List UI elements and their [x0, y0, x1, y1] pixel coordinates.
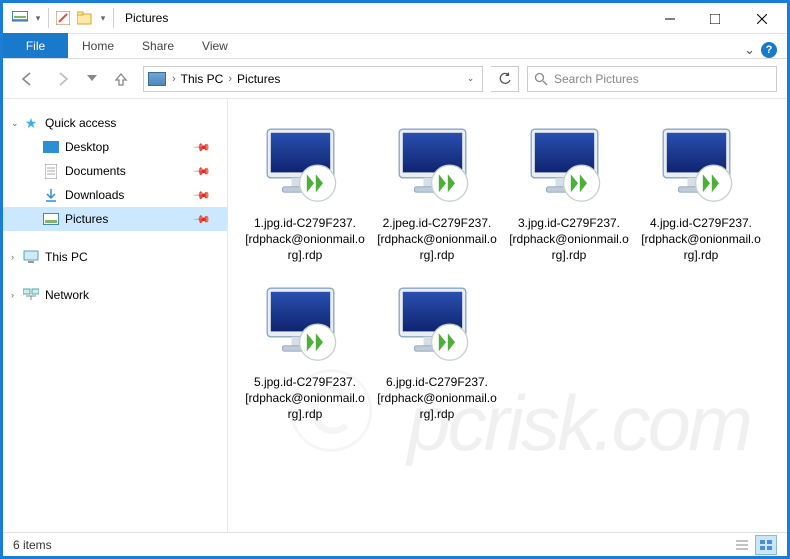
window-title: Pictures	[117, 11, 647, 25]
breadcrumb-segment[interactable]: This PC	[178, 72, 227, 86]
pin-icon: 📌	[193, 210, 212, 229]
nav-pane: ⌄ ★ Quick access Desktop 📌 Documents 📌 D…	[3, 99, 228, 532]
expand-icon[interactable]: ›	[11, 252, 23, 262]
collapse-icon[interactable]: ⌄	[11, 118, 23, 129]
maximize-button[interactable]	[692, 3, 737, 34]
separator	[48, 8, 49, 28]
properties-icon[interactable]	[52, 7, 74, 29]
this-pc-icon	[23, 249, 39, 265]
file-item[interactable]: 6.jpg.id-C279F237.[rdphack@onionmail.org…	[374, 272, 500, 429]
downloads-icon	[43, 187, 59, 203]
file-name: 2.jpeg.id-C279F237.[rdphack@onionmail.or…	[377, 215, 497, 264]
explorer-window: ▾ ▾ Pictures File Home Share View ⌄ ?	[3, 3, 787, 556]
sidebar-quick-access[interactable]: ⌄ ★ Quick access	[3, 111, 227, 135]
pin-icon: 📌	[193, 186, 212, 205]
file-item[interactable]: 3.jpg.id-C279F237.[rdphack@onionmail.org…	[506, 113, 632, 270]
pin-icon: 📌	[193, 138, 212, 157]
status-bar: 6 items	[3, 532, 787, 556]
sidebar-label: This PC	[45, 250, 88, 264]
expand-icon[interactable]: ›	[11, 290, 23, 300]
search-input[interactable]: Search Pictures	[527, 66, 777, 92]
location-icon	[148, 72, 166, 86]
file-item[interactable]: 5.jpg.id-C279F237.[rdphack@onionmail.org…	[242, 272, 368, 429]
file-name: 5.jpg.id-C279F237.[rdphack@onionmail.org…	[245, 374, 365, 423]
rdp-icon	[257, 119, 353, 215]
star-icon: ★	[23, 115, 39, 131]
address-bar[interactable]: › This PC › Pictures ⌄	[143, 66, 483, 92]
file-grid: 1.jpg.id-C279F237.[rdphack@onionmail.org…	[242, 113, 777, 428]
qat-customize-icon[interactable]: ▾	[96, 7, 110, 29]
search-placeholder: Search Pictures	[554, 72, 639, 86]
nav-toolbar: › This PC › Pictures ⌄ Search Pictures	[3, 59, 787, 99]
sidebar-item-downloads[interactable]: Downloads 📌	[3, 183, 227, 207]
app-icon[interactable]	[9, 7, 31, 29]
sidebar-network[interactable]: › Network	[3, 283, 227, 307]
expand-ribbon-icon[interactable]: ⌄	[744, 42, 755, 58]
sidebar-label: Network	[45, 288, 89, 302]
recent-locations-icon[interactable]	[85, 65, 99, 93]
file-name: 4.jpg.id-C279F237.[rdphack@onionmail.org…	[641, 215, 761, 264]
tab-share[interactable]: Share	[128, 33, 188, 58]
body: ⌄ ★ Quick access Desktop 📌 Documents 📌 D…	[3, 99, 787, 532]
sidebar-item-label: Desktop	[65, 140, 109, 154]
rdp-icon	[257, 278, 353, 374]
up-button[interactable]	[107, 65, 135, 93]
file-item[interactable]: 4.jpg.id-C279F237.[rdphack@onionmail.org…	[638, 113, 764, 270]
quick-access-toolbar: ▾ ▾	[3, 3, 117, 33]
search-icon	[534, 72, 548, 86]
new-folder-icon[interactable]	[74, 7, 96, 29]
file-name: 1.jpg.id-C279F237.[rdphack@onionmail.org…	[245, 215, 365, 264]
separator	[113, 8, 114, 28]
large-icons-view-button[interactable]	[755, 535, 777, 555]
file-name: 6.jpg.id-C279F237.[rdphack@onionmail.org…	[377, 374, 497, 423]
file-item[interactable]: 1.jpg.id-C279F237.[rdphack@onionmail.org…	[242, 113, 368, 270]
help-icon[interactable]: ?	[761, 42, 777, 58]
file-view[interactable]: 1.jpg.id-C279F237.[rdphack@onionmail.org…	[228, 99, 787, 532]
pictures-icon	[43, 211, 59, 227]
pin-icon: 📌	[193, 162, 212, 181]
rdp-icon	[389, 119, 485, 215]
breadcrumb-segment[interactable]: Pictures	[234, 72, 283, 86]
file-name: 3.jpg.id-C279F237.[rdphack@onionmail.org…	[509, 215, 629, 264]
sidebar-item-documents[interactable]: Documents 📌	[3, 159, 227, 183]
rdp-icon	[389, 278, 485, 374]
sidebar-item-desktop[interactable]: Desktop 📌	[3, 135, 227, 159]
breadcrumb-separator-icon[interactable]: ›	[226, 73, 234, 85]
desktop-icon	[43, 139, 59, 155]
item-count: 6 items	[13, 538, 52, 552]
address-dropdown-icon[interactable]: ⌄	[458, 73, 482, 84]
breadcrumb-separator-icon[interactable]: ›	[170, 73, 178, 85]
documents-icon	[43, 163, 59, 179]
rdp-icon	[521, 119, 617, 215]
ribbon-tabs: File Home Share View ⌄ ?	[3, 34, 787, 59]
file-item[interactable]: 2.jpeg.id-C279F237.[rdphack@onionmail.or…	[374, 113, 500, 270]
network-icon	[23, 287, 39, 303]
sidebar-this-pc[interactable]: › This PC	[3, 245, 227, 269]
window-controls	[647, 3, 787, 33]
file-tab[interactable]: File	[3, 33, 68, 58]
titlebar: ▾ ▾ Pictures	[3, 3, 787, 34]
back-button[interactable]	[13, 65, 41, 93]
forward-button[interactable]	[49, 65, 77, 93]
tab-view[interactable]: View	[188, 33, 242, 58]
qat-dropdown-icon[interactable]: ▾	[31, 7, 45, 29]
tab-home[interactable]: Home	[68, 33, 128, 58]
details-view-button[interactable]	[731, 535, 753, 555]
sidebar-label: Quick access	[45, 116, 116, 130]
sidebar-item-label: Documents	[65, 164, 126, 178]
refresh-button[interactable]	[491, 66, 519, 92]
sidebar-item-label: Pictures	[65, 212, 108, 226]
close-button[interactable]	[737, 3, 787, 34]
sidebar-item-label: Downloads	[65, 188, 124, 202]
sidebar-item-pictures[interactable]: Pictures 📌	[3, 207, 227, 231]
minimize-button[interactable]	[647, 3, 692, 34]
rdp-icon	[653, 119, 749, 215]
